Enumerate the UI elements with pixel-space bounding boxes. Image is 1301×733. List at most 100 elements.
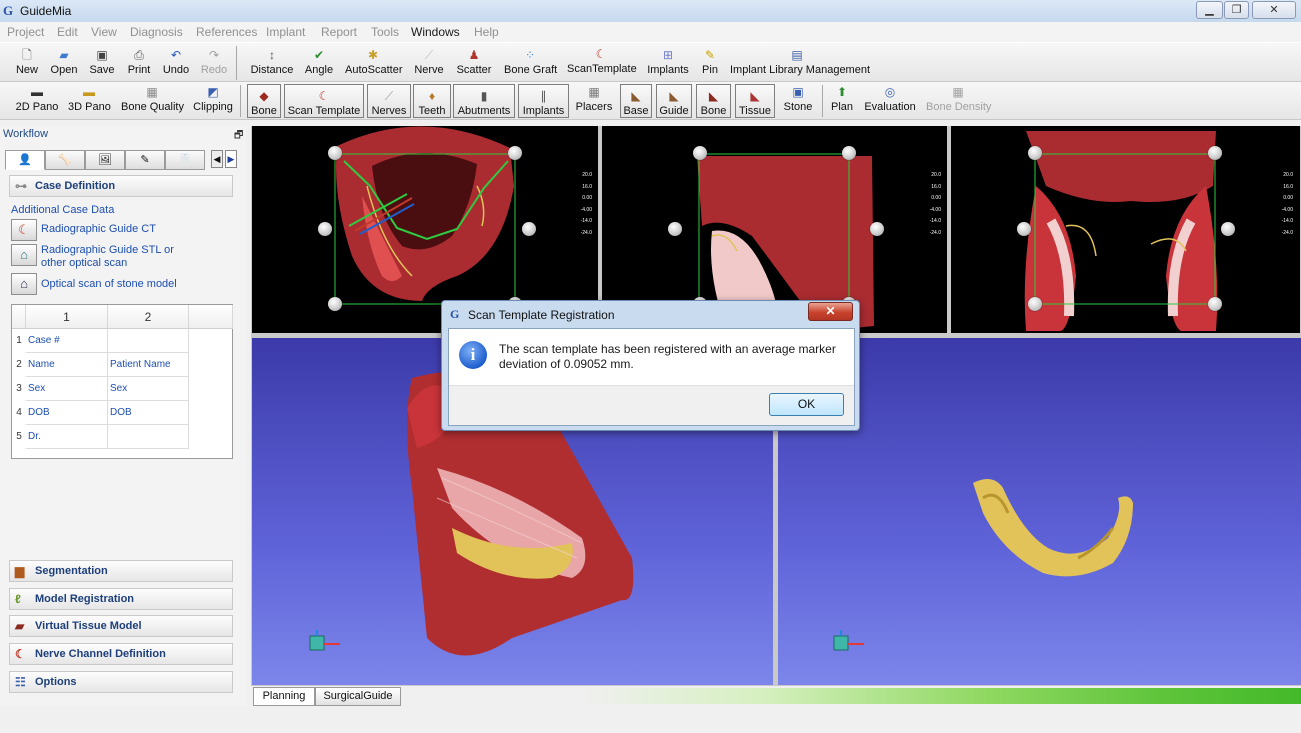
bone-quality-button[interactable]: ▦ Bone Quality bbox=[121, 86, 184, 114]
segmentation-header[interactable]: ▆ Segmentation bbox=[9, 560, 233, 582]
radiographic-ct-button[interactable]: ☾ bbox=[11, 219, 37, 241]
handle-top-right[interactable] bbox=[842, 146, 856, 160]
grid-cell[interactable]: Sex bbox=[108, 377, 189, 401]
autoscatter-button[interactable]: ✱ AutoScatter bbox=[345, 49, 402, 77]
redo-button[interactable]: ↷ Redo bbox=[199, 49, 229, 77]
menu-report[interactable]: Report bbox=[321, 25, 357, 39]
base-toggle-button[interactable]: ◣ Base bbox=[620, 84, 652, 118]
menu-windows[interactable]: Windows bbox=[411, 25, 460, 39]
grid-cell[interactable]: Name bbox=[26, 353, 108, 377]
pin-button[interactable]: ✎ Pin bbox=[701, 49, 719, 77]
tab-teeth[interactable]: 🦷 bbox=[165, 150, 205, 170]
menu-implant[interactable]: Implant bbox=[266, 25, 305, 39]
distance-button[interactable]: ↕ Distance bbox=[250, 49, 294, 77]
close-window-button[interactable]: ✕ bbox=[1252, 1, 1296, 19]
menu-tools[interactable]: Tools bbox=[371, 25, 399, 39]
model-registration-header[interactable]: ℓ Model Registration bbox=[9, 588, 233, 610]
grid-cell[interactable] bbox=[108, 329, 189, 353]
minimize-button[interactable]: ▁ bbox=[1196, 1, 1223, 19]
scatter-button[interactable]: ♟ Scatter bbox=[456, 49, 492, 77]
virtual-tissue-header[interactable]: ▰ Virtual Tissue Model bbox=[9, 615, 233, 637]
menu-edit[interactable]: Edit bbox=[57, 25, 78, 39]
handle-left[interactable] bbox=[668, 222, 682, 236]
handle-right[interactable] bbox=[1221, 222, 1235, 236]
tab-scroll-right[interactable]: ▶ bbox=[225, 150, 237, 168]
guide-toggle-button[interactable]: ◣ Guide bbox=[656, 84, 692, 118]
grid-cell[interactable] bbox=[108, 425, 189, 449]
bone-graft-button[interactable]: ⁘ Bone Graft bbox=[504, 49, 557, 77]
handle-top-left[interactable] bbox=[693, 146, 707, 160]
open-button[interactable]: ▰ Open bbox=[50, 49, 78, 77]
handle-bottom-left[interactable] bbox=[1028, 297, 1042, 311]
undo-button[interactable]: ↶ Undo bbox=[162, 49, 190, 77]
tab-segmentation[interactable]: 🦴 bbox=[45, 150, 85, 170]
tab-edit[interactable]: ✎ bbox=[125, 150, 165, 170]
handle-bottom-left[interactable] bbox=[328, 297, 342, 311]
menu-help[interactable]: Help bbox=[474, 25, 499, 39]
tab-planning[interactable]: Planning bbox=[253, 687, 315, 706]
handle-left[interactable] bbox=[1017, 222, 1031, 236]
handle-right[interactable] bbox=[522, 222, 536, 236]
nerves-toggle-button[interactable]: ⟋ Nerves bbox=[367, 84, 411, 118]
grid-cell[interactable]: DOB bbox=[26, 401, 108, 425]
case-definition-header[interactable]: ⊶ Case Definition bbox=[9, 175, 233, 197]
stone-toggle-button[interactable]: ▣ Stone bbox=[782, 86, 814, 114]
float-panel-icon[interactable]: 🗗 bbox=[234, 128, 243, 145]
save-button[interactable]: ▣ Save bbox=[89, 49, 115, 77]
grid-cell[interactable]: Dr. bbox=[26, 425, 108, 449]
tab-images[interactable]: 🖼 bbox=[85, 150, 125, 170]
tab-surgical-guide[interactable]: SurgicalGuide bbox=[315, 687, 401, 706]
grid-cell[interactable]: Case # bbox=[26, 329, 108, 353]
new-button[interactable]: 🗋 New bbox=[14, 49, 40, 77]
scantemplate-button[interactable]: ☾ ScanTemplate bbox=[567, 48, 637, 76]
evaluation-button[interactable]: ◎ Evaluation bbox=[864, 85, 916, 114]
handle-top-left[interactable] bbox=[328, 146, 342, 160]
plan-button[interactable]: ⬆ Plan bbox=[829, 86, 855, 114]
implants-toggle-button[interactable]: ∥ Implants bbox=[518, 84, 569, 118]
implant-library-button[interactable]: ▤ Implant Library Management bbox=[730, 49, 870, 77]
angle-button[interactable]: ✔ Angle bbox=[304, 49, 334, 77]
menu-project[interactable]: Project bbox=[7, 25, 44, 39]
tab-case[interactable]: 👤 bbox=[5, 150, 45, 170]
evaluation-icon: ◎ bbox=[884, 85, 896, 99]
handle-left[interactable] bbox=[318, 222, 332, 236]
restore-button[interactable]: ❐ bbox=[1224, 1, 1249, 19]
coronal-view[interactable]: 20.0 16.0 0.00 -4.00 -14.0 -24.0 bbox=[951, 126, 1300, 333]
ok-button[interactable]: OK bbox=[769, 393, 844, 416]
handle-top-left[interactable] bbox=[1028, 146, 1042, 160]
handle-top-right[interactable] bbox=[508, 146, 522, 160]
menu-references[interactable]: References bbox=[196, 25, 257, 39]
stone-model-label[interactable]: Optical scan of stone model bbox=[41, 278, 177, 291]
print-button[interactable]: ⎙ Print bbox=[126, 49, 152, 77]
implants-tool-button[interactable]: ⊞ Implants bbox=[646, 49, 690, 77]
optical-scan-button[interactable]: ⌂ bbox=[11, 244, 37, 266]
bone-display-toggle-button[interactable]: ◣ Bone bbox=[696, 84, 731, 118]
clipping-button[interactable]: ◩ Clipping bbox=[193, 86, 233, 114]
menu-view[interactable]: View bbox=[91, 25, 117, 39]
placers-toggle-button[interactable]: ▦ Placers bbox=[573, 86, 615, 114]
dialog-close-button[interactable]: ✕ bbox=[808, 302, 853, 321]
radiographic-ct-label[interactable]: Radiographic Guide CT bbox=[41, 223, 156, 236]
tab-scroll-left[interactable]: ◀ bbox=[211, 150, 223, 168]
bone-density-button[interactable]: ▦ Bone Density bbox=[926, 86, 991, 114]
menu-diagnosis[interactable]: Diagnosis bbox=[130, 25, 183, 39]
tissue-toggle-button[interactable]: ◣ Tissue bbox=[735, 84, 775, 118]
grid-cell[interactable]: DOB bbox=[108, 401, 189, 425]
abutments-toggle-button[interactable]: ▮ Abutments bbox=[453, 84, 515, 118]
stone-model-button[interactable]: ⌂ bbox=[11, 273, 37, 295]
grid-cell[interactable]: Sex bbox=[26, 377, 108, 401]
teeth-toggle-button[interactable]: ♦ Teeth bbox=[413, 84, 451, 118]
nerve-button[interactable]: ⟋ Nerve bbox=[413, 49, 445, 77]
nerve-channel-header[interactable]: ☾ Nerve Channel Definition bbox=[9, 643, 233, 665]
scan-template-toggle-button[interactable]: ☾ Scan Template bbox=[284, 84, 364, 118]
handle-top-right[interactable] bbox=[1208, 146, 1222, 160]
dialog-title: Scan Template Registration bbox=[468, 308, 615, 322]
handle-right[interactable] bbox=[870, 222, 884, 236]
2d-pano-button[interactable]: ▬ 2D Pano bbox=[15, 86, 59, 114]
handle-bottom-right[interactable] bbox=[1208, 297, 1222, 311]
options-header[interactable]: ☷ Options bbox=[9, 671, 233, 693]
optical-scan-label[interactable]: Radiographic Guide STL or other optical … bbox=[41, 244, 181, 270]
3d-pano-button[interactable]: ▬ 3D Pano bbox=[68, 86, 111, 114]
grid-cell[interactable]: Patient Name bbox=[108, 353, 189, 377]
bone-toggle-button[interactable]: ◆ Bone bbox=[247, 84, 281, 118]
